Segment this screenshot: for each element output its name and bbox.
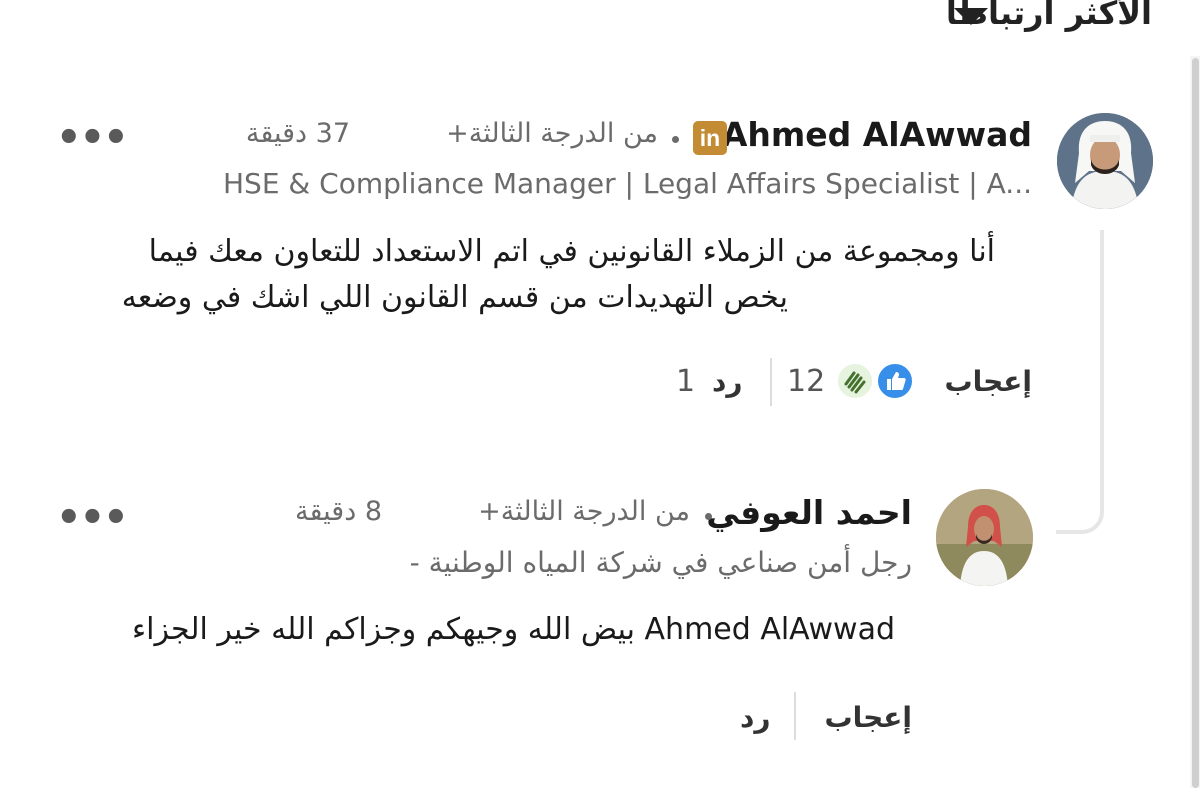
thread-connector (1056, 230, 1104, 534)
reply-count[interactable]: 1 (676, 364, 695, 399)
scrollbar-thumb[interactable] (1192, 58, 1199, 788)
caret-down-icon[interactable] (954, 8, 988, 25)
avatar[interactable] (936, 489, 1033, 586)
avatar[interactable] (1057, 113, 1153, 209)
reply-button[interactable]: رد (740, 701, 771, 734)
comment-text: Ahmed AlAwwad بيض الله وجيهكم وجزاكم الل… (132, 607, 895, 653)
author-name[interactable]: احمد العوفي (706, 493, 912, 532)
connection-degree: من الدرجة الثالثة+ (478, 496, 690, 527)
more-icon[interactable]: ••• (56, 498, 129, 538)
comment-time: 8 دقيقة (295, 496, 382, 527)
like-button[interactable]: إعجاب (824, 701, 912, 734)
comment-body: بيض الله وجيهكم وجزاكم الله خير الجزاء (132, 612, 635, 647)
connection-degree: من الدرجة الثالثة+ (446, 118, 658, 149)
action-divider (794, 692, 796, 740)
reply-button[interactable]: رد (712, 365, 743, 398)
avatar-photo (936, 489, 1033, 586)
comment-time: 37 دقيقة (245, 118, 350, 149)
action-divider (770, 358, 772, 406)
mention-link[interactable]: Ahmed AlAwwad (645, 612, 895, 647)
separator-dot (672, 136, 679, 143)
like-icon-glyph (887, 372, 906, 390)
comment-text: يخص التهديدات من قسم القانون اللي اشك في… (121, 280, 788, 315)
author-headline: رجل أمن صناعي في شركة المياه الوطنية - (409, 546, 912, 579)
like-icon[interactable] (876, 362, 914, 400)
author-name[interactable]: Ahmed AlAwwad (722, 115, 1032, 154)
reaction-count[interactable]: 12 (787, 364, 825, 399)
separator-dot (705, 513, 712, 520)
clap-icon-glyph (844, 371, 866, 394)
comment-text: أنا ومجموعة من الزملاء القانونين في اتم … (148, 234, 995, 269)
author-headline: HSE & Compliance Manager | Legal Affairs… (223, 167, 1032, 200)
linkedin-icon: in (693, 121, 727, 155)
avatar-photo (1057, 113, 1153, 209)
clap-icon[interactable] (836, 362, 874, 400)
like-button[interactable]: إعجاب (944, 365, 1032, 398)
more-icon[interactable]: ••• (56, 118, 129, 158)
